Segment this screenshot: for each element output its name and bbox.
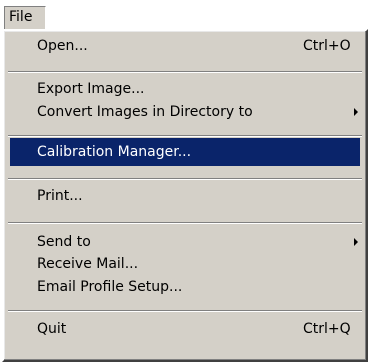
menu-item-convert-images-label: Convert Images in Directory to bbox=[37, 104, 253, 120]
menu-item-calibration-manager[interactable]: Calibration Manager... bbox=[10, 138, 360, 166]
menu-item-open-label: Open... bbox=[37, 38, 88, 54]
submenu-arrow-icon bbox=[354, 108, 358, 116]
menu-separator bbox=[8, 310, 362, 312]
menu-separator bbox=[8, 71, 362, 73]
menu-item-open-shortcut: Ctrl+O bbox=[303, 38, 351, 54]
file-menu[interactable]: File bbox=[4, 6, 46, 30]
menu-item-email-profile-setup-label: Email Profile Setup... bbox=[37, 279, 183, 295]
submenu-arrow-icon bbox=[354, 238, 358, 246]
file-dropdown-menu: Open... Ctrl+O Export Image... Convert I… bbox=[2, 29, 368, 362]
menu-item-print-label: Print... bbox=[37, 188, 83, 204]
menu-item-convert-images[interactable]: Convert Images in Directory to bbox=[10, 98, 360, 126]
menu-item-quit-shortcut: Ctrl+Q bbox=[303, 321, 351, 337]
menu-item-quit-label: Quit bbox=[37, 321, 67, 337]
menu-separator bbox=[8, 178, 362, 180]
menu-item-email-profile-setup[interactable]: Email Profile Setup... bbox=[10, 273, 360, 301]
menu-separator bbox=[8, 135, 362, 137]
menu-item-print[interactable]: Print... bbox=[10, 182, 360, 210]
menu-item-open[interactable]: Open... Ctrl+O bbox=[10, 32, 360, 60]
menu-bar: File bbox=[0, 0, 370, 30]
menu-separator bbox=[8, 222, 362, 224]
menu-item-calibration-manager-label: Calibration Manager... bbox=[37, 144, 192, 160]
menu-item-quit[interactable]: Quit Ctrl+Q bbox=[10, 315, 360, 343]
